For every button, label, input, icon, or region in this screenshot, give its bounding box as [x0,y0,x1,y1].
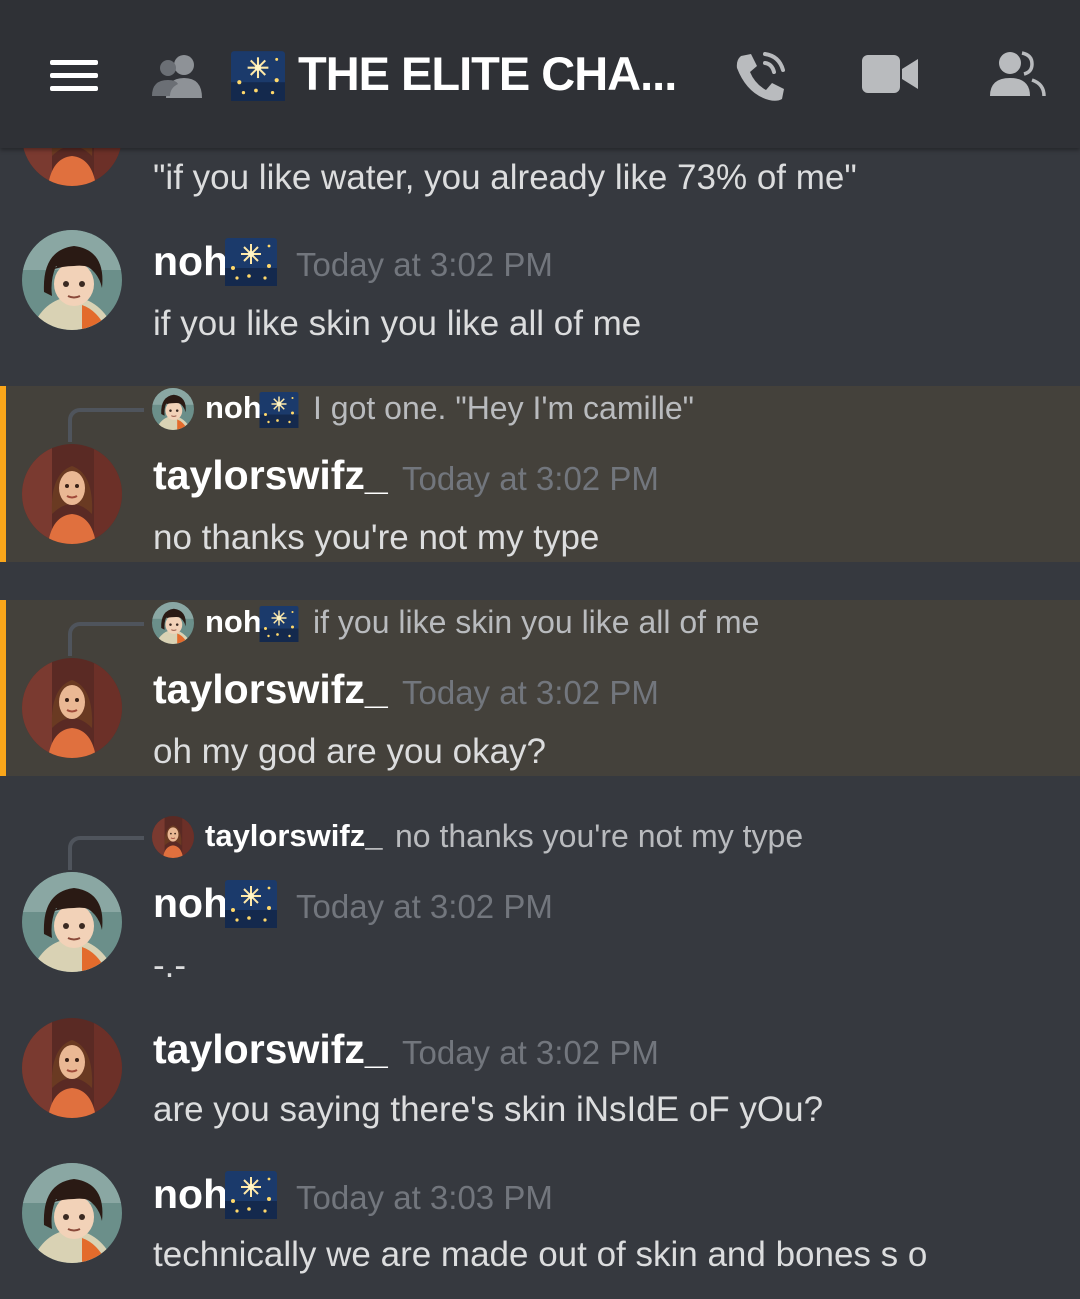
channel-header: THE ELITE CHA... [0,0,1080,148]
reply-spine [68,836,144,870]
author-name[interactable]: taylorswifz_ [153,666,388,713]
message-item[interactable]: noh I got one. "Hey I'm camille" taylors… [0,386,1080,562]
reply-text: if you like skin you like all of me [313,604,760,640]
author-name[interactable]: noh [153,880,228,927]
author-name[interactable]: noh [153,238,228,285]
message-text: no thanks you're not my type [153,518,600,557]
message-text: are you saying there's skin iNsIdE oF yO… [153,1090,824,1129]
hamburger-menu-icon[interactable] [50,58,98,94]
message-text: -.- [153,946,187,985]
message-text: technically we are made out of skin and … [153,1235,928,1274]
member-list-icon[interactable] [988,50,1046,98]
fireworks-emoji [225,880,277,928]
author-name[interactable]: taylorswifz_ [153,1026,388,1073]
avatar[interactable] [22,872,122,972]
avatar[interactable] [22,1018,122,1118]
timestamp: Today at 3:02 PM [296,246,553,283]
reply-preview[interactable]: noh I got one. "Hey I'm camille" [0,386,1080,442]
reply-preview[interactable]: noh if you like skin you like all of me [0,600,1080,656]
reply-spine [68,622,144,656]
fireworks-emoji [231,50,285,102]
message-item[interactable]: "if you like water, you already like 73%… [0,86,1080,218]
fireworks-emoji [259,392,299,428]
video-camera-icon[interactable] [862,55,918,93]
author-name[interactable]: taylorswifz_ [153,452,388,499]
reply-text: no thanks you're not my type [395,818,804,854]
author-name[interactable]: noh [153,1171,228,1218]
members-icon[interactable] [150,52,208,98]
reply-avatar [152,816,194,858]
fireworks-emoji [259,606,299,642]
reply-text: I got one. "Hey I'm camille" [313,390,694,426]
timestamp: Today at 3:03 PM [296,1179,553,1216]
message-text: oh my god are you okay? [153,732,547,771]
reply-author[interactable]: taylorswifz_ [205,818,382,854]
message-item[interactable]: noh Today at 3:02 PM if you like skin yo… [0,222,1080,372]
avatar[interactable] [22,444,122,544]
timestamp: Today at 3:02 PM [296,888,553,925]
reply-avatar [152,388,194,430]
reply-spine [68,408,144,442]
avatar[interactable] [22,1163,122,1263]
timestamp: Today at 3:02 PM [402,674,659,711]
timestamp: Today at 3:02 PM [402,1034,659,1071]
message-item[interactable]: taylorswifz_ no thanks you're not my typ… [0,814,1080,994]
reply-avatar [152,602,194,644]
message-item[interactable]: noh if you like skin you like all of me … [0,600,1080,776]
avatar[interactable] [22,658,122,758]
reply-author[interactable]: noh [205,604,262,640]
reply-author[interactable]: noh [205,390,262,426]
channel-title[interactable]: THE ELITE CHA... [298,46,677,101]
reply-preview[interactable]: taylorswifz_ no thanks you're not my typ… [0,814,1080,870]
avatar[interactable] [22,230,122,330]
message-item[interactable]: noh Today at 3:03 PM technically we are … [0,1155,1080,1299]
fireworks-emoji [225,238,277,286]
phone-call-icon[interactable] [733,50,789,104]
message-text: "if you like water, you already like 73%… [153,158,857,197]
fireworks-emoji [225,1171,277,1219]
message-item[interactable]: taylorswifz_ Today at 3:02 PM are you sa… [0,1010,1080,1150]
timestamp: Today at 3:02 PM [402,460,659,497]
message-text: if you like skin you like all of me [153,304,642,343]
